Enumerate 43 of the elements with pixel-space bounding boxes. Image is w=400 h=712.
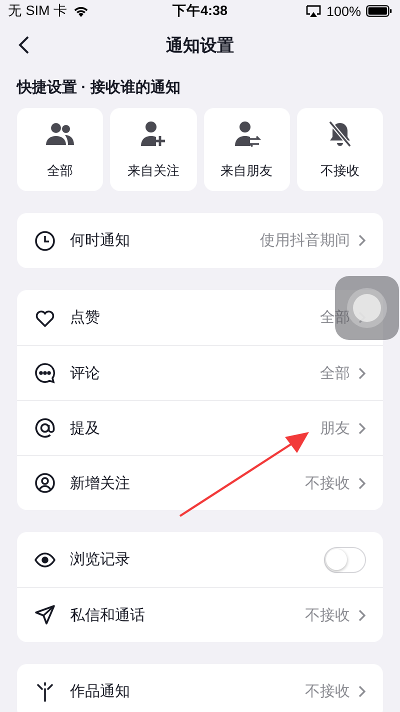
setting-value-link[interactable]: 全部 xyxy=(320,364,366,382)
chevron-right-icon xyxy=(358,608,366,622)
setting-value-link[interactable]: 不接收 xyxy=(305,682,366,701)
sparkle-icon xyxy=(34,680,56,702)
chevron-right-icon xyxy=(358,366,366,380)
page-title: 通知设置 xyxy=(166,34,234,56)
battery-icon xyxy=(366,5,392,17)
at-sign-icon xyxy=(34,417,56,439)
section-header: 快捷设置 · 接收谁的通知 xyxy=(17,78,180,98)
airplay-icon xyxy=(306,4,322,18)
notify-option-button[interactable]: 不接收 xyxy=(296,108,383,191)
status-time: 下午4:38 xyxy=(172,2,228,20)
notify-option-button[interactable]: 全部 xyxy=(17,108,104,191)
setting-label: 点赞 xyxy=(70,308,101,327)
setting-value-link[interactable]: 不接收 xyxy=(305,606,366,624)
setting-label: 作品通知 xyxy=(70,682,131,701)
paper-plane-icon xyxy=(34,604,56,626)
assistive-touch-button[interactable] xyxy=(335,276,399,340)
setting-label: 私信和通话 xyxy=(70,606,146,624)
notify-option-button[interactable]: 来自关注 xyxy=(110,108,196,191)
setting-label: 新增关注 xyxy=(70,474,131,492)
user-circle-icon xyxy=(34,472,56,494)
battery-percent: 100% xyxy=(326,4,361,18)
wifi-icon xyxy=(72,5,89,17)
two-people-icon xyxy=(45,120,76,146)
chat-bubble-icon xyxy=(34,362,56,384)
add-person-icon xyxy=(139,120,168,148)
carrier-text: 无 SIM 卡 xyxy=(8,2,68,20)
setting-label: 浏览记录 xyxy=(70,550,131,569)
setting-value-link[interactable]: 朋友 xyxy=(320,418,366,438)
setting-label: 评论 xyxy=(70,364,101,382)
setting-label: 何时通知 xyxy=(70,231,131,250)
chevron-right-icon xyxy=(358,422,366,434)
setting-value-link[interactable]: 不接收 xyxy=(305,474,366,492)
chevron-right-icon xyxy=(358,476,366,490)
setting-label: 提及 xyxy=(70,418,101,438)
person-swap-icon xyxy=(232,120,261,148)
clock-icon xyxy=(34,230,56,252)
notify-option-button[interactable]: 来自朋友 xyxy=(204,108,290,191)
setting-value-link[interactable]: 使用抖音期间 xyxy=(260,231,366,250)
chevron-right-icon xyxy=(358,685,366,698)
chevron-right-icon xyxy=(358,234,366,247)
toggle-switch[interactable] xyxy=(324,546,366,572)
